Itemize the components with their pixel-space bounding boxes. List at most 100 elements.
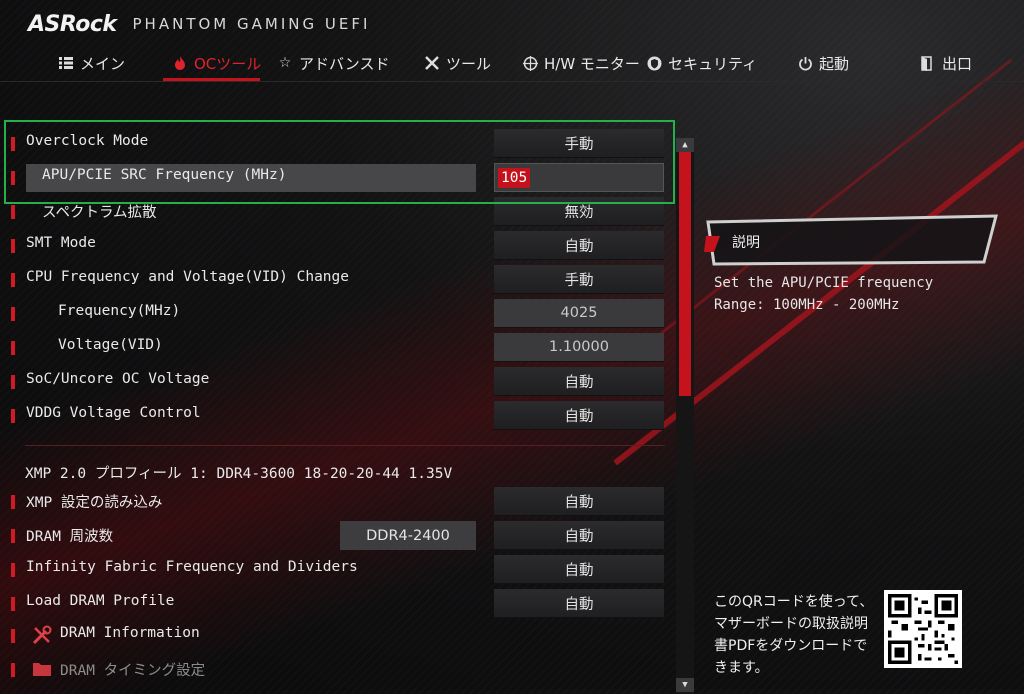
setting-label: SoC/Uncore OC Voltage bbox=[26, 371, 210, 387]
setting-value[interactable]: 自動 bbox=[494, 487, 664, 516]
description-line: Set the APU/PCIE frequency bbox=[714, 275, 934, 291]
setting-frequency-mhz[interactable]: Frequency(MHz) 4025 bbox=[0, 297, 676, 331]
row-marker bbox=[11, 495, 15, 509]
description-title: 説明 bbox=[732, 235, 760, 251]
setting-load-dram-profile[interactable]: Load DRAM Profile 自動 bbox=[0, 587, 676, 621]
setting-value[interactable]: 無効 bbox=[494, 197, 664, 226]
setting-value[interactable]: 自動 bbox=[494, 231, 664, 260]
setting-label: Load DRAM Profile bbox=[26, 593, 175, 609]
section-divider bbox=[25, 445, 665, 446]
setting-overclock-mode[interactable]: Overclock Mode 手動 bbox=[0, 127, 676, 161]
setting-infinity-fabric[interactable]: Infinity Fabric Frequency and Dividers 自… bbox=[0, 553, 676, 587]
setting-label: Overclock Mode bbox=[26, 133, 149, 149]
tab-label: 出口 bbox=[942, 54, 973, 73]
setting-load-xmp[interactable]: XMP 設定の読み込み 自動 bbox=[0, 485, 676, 519]
setting-label: DRAM 周波数 bbox=[26, 529, 114, 545]
setting-soc-uncore-oc-voltage[interactable]: SoC/Uncore OC Voltage 自動 bbox=[0, 365, 676, 399]
row-marker bbox=[11, 563, 15, 577]
setting-value[interactable]: 自動 bbox=[494, 367, 664, 396]
tab-hw-monitor[interactable]: H/W モニター bbox=[522, 50, 640, 76]
setting-value[interactable]: 手動 bbox=[494, 129, 664, 158]
tab-label: OCツール bbox=[194, 54, 262, 73]
tab-label: アドバンスド bbox=[299, 54, 390, 73]
row-marker bbox=[11, 629, 15, 643]
submenu-label: DRAM Information bbox=[60, 625, 200, 641]
setting-label: VDDG Voltage Control bbox=[26, 405, 201, 421]
settings-scrollbar[interactable]: ▲ ▼ bbox=[676, 138, 694, 694]
star-icon: ☆ bbox=[278, 55, 292, 71]
frequency-input[interactable]: 105 bbox=[494, 163, 664, 192]
row-marker bbox=[11, 137, 15, 151]
tab-tools[interactable]: ツール bbox=[424, 50, 491, 76]
row-marker bbox=[11, 341, 15, 355]
tools-icon bbox=[424, 55, 440, 71]
description-text: Set the APU/PCIE frequency Range: 100MHz… bbox=[714, 272, 933, 316]
scroll-thumb[interactable] bbox=[679, 152, 691, 396]
row-marker bbox=[11, 409, 15, 423]
setting-label: APU/PCIE SRC Frequency (MHz) bbox=[42, 167, 287, 183]
setting-label: Frequency(MHz) bbox=[58, 303, 181, 319]
tab-exit[interactable]: 出口 bbox=[920, 50, 972, 76]
setting-smt-mode[interactable]: SMT Mode 自動 bbox=[0, 229, 676, 263]
row-marker bbox=[11, 597, 15, 611]
xmp-profile-title: XMP 2.0 プロフィール 1: DDR4-3600 18-20-20-44 … bbox=[25, 466, 453, 482]
setting-value[interactable]: 自動 bbox=[494, 521, 664, 550]
setting-value[interactable]: 1.10000 bbox=[494, 333, 664, 362]
setting-label: Voltage(VID) bbox=[58, 337, 163, 353]
setting-apu-pcie-src-frequency[interactable]: APU/PCIE SRC Frequency (MHz) 105 bbox=[0, 161, 676, 195]
main-tabs: メイン OCツール ☆ アドバンスド ツール H/W モニター セキュリティ 起… bbox=[0, 44, 1024, 80]
submenu-dram-information[interactable]: DRAM Information bbox=[0, 619, 676, 653]
tab-label: ツール bbox=[446, 54, 492, 73]
tab-advanced[interactable]: ☆ アドバンスド bbox=[277, 50, 390, 76]
setting-value[interactable]: 自動 bbox=[494, 401, 664, 430]
tab-label: 起動 bbox=[819, 54, 850, 73]
description-line: Range: 100MHz - 200MHz bbox=[714, 297, 900, 313]
row-marker bbox=[11, 663, 15, 677]
brand-logo: ASRock bbox=[28, 11, 117, 37]
settings-list: Overclock Mode 手動 APU/PCIE SRC Frequency… bbox=[0, 126, 676, 694]
setting-dram-frequency[interactable]: DRAM 周波数 DDR4-2400 自動 bbox=[0, 519, 676, 553]
list-icon bbox=[58, 55, 74, 71]
exit-door-icon bbox=[920, 55, 936, 71]
setting-value[interactable]: 自動 bbox=[494, 555, 664, 584]
row-marker bbox=[11, 239, 15, 253]
tab-main[interactable]: メイン bbox=[58, 50, 125, 76]
row-marker bbox=[11, 205, 15, 219]
setting-value[interactable]: 手動 bbox=[494, 265, 664, 294]
row-marker bbox=[11, 307, 15, 321]
setting-value[interactable]: 4025 bbox=[494, 299, 664, 328]
setting-label: Infinity Fabric Frequency and Dividers bbox=[26, 559, 358, 575]
crosshair-icon bbox=[522, 55, 538, 71]
setting-label: SMT Mode bbox=[26, 235, 96, 251]
folder-icon bbox=[31, 659, 53, 679]
tab-label: セキュリティ bbox=[668, 54, 758, 73]
setting-spread-spectrum[interactable]: スペクトラム拡散 無効 bbox=[0, 195, 676, 229]
scroll-down-button[interactable]: ▼ bbox=[676, 678, 694, 692]
setting-voltage-vid[interactable]: Voltage(VID) 1.10000 bbox=[0, 331, 676, 365]
tab-label: メイン bbox=[80, 54, 126, 73]
setting-vddg-voltage-control[interactable]: VDDG Voltage Control 自動 bbox=[0, 399, 676, 433]
tab-boot[interactable]: 起動 bbox=[797, 50, 849, 76]
qr-caption: このQRコードを使って、マザーボードの取扱説明書PDFをダウンロードできます。 bbox=[714, 594, 874, 676]
header-divider bbox=[0, 81, 1024, 82]
dram-current-frequency: DDR4-2400 bbox=[340, 521, 476, 550]
logo: ASRock PHANTOM GAMING UEFI bbox=[28, 10, 370, 38]
wrench-screwdriver-icon bbox=[31, 625, 53, 645]
scroll-up-button[interactable]: ▲ bbox=[676, 138, 694, 152]
row-marker bbox=[11, 273, 15, 287]
product-name: PHANTOM GAMING UEFI bbox=[132, 15, 371, 33]
row-marker bbox=[11, 171, 15, 185]
setting-label: スペクトラム拡散 bbox=[42, 205, 157, 221]
setting-label: XMP 設定の読み込み bbox=[26, 495, 163, 511]
input-value: 105 bbox=[498, 168, 531, 188]
row-marker bbox=[11, 375, 15, 389]
shield-icon bbox=[646, 55, 662, 71]
setting-label: CPU Frequency and Voltage(VID) Change bbox=[26, 269, 350, 285]
tab-security[interactable]: セキュリティ bbox=[646, 50, 757, 76]
setting-value[interactable]: 自動 bbox=[494, 589, 664, 618]
flame-icon bbox=[172, 55, 188, 71]
setting-cpu-frequency-voltage[interactable]: CPU Frequency and Voltage(VID) Change 手動 bbox=[0, 263, 676, 297]
tab-oc-tweaker[interactable]: OCツール bbox=[172, 50, 261, 76]
submenu-dram-timing[interactable]: DRAM タイミング設定 bbox=[0, 653, 676, 687]
tab-label: H/W モニター bbox=[544, 54, 640, 73]
